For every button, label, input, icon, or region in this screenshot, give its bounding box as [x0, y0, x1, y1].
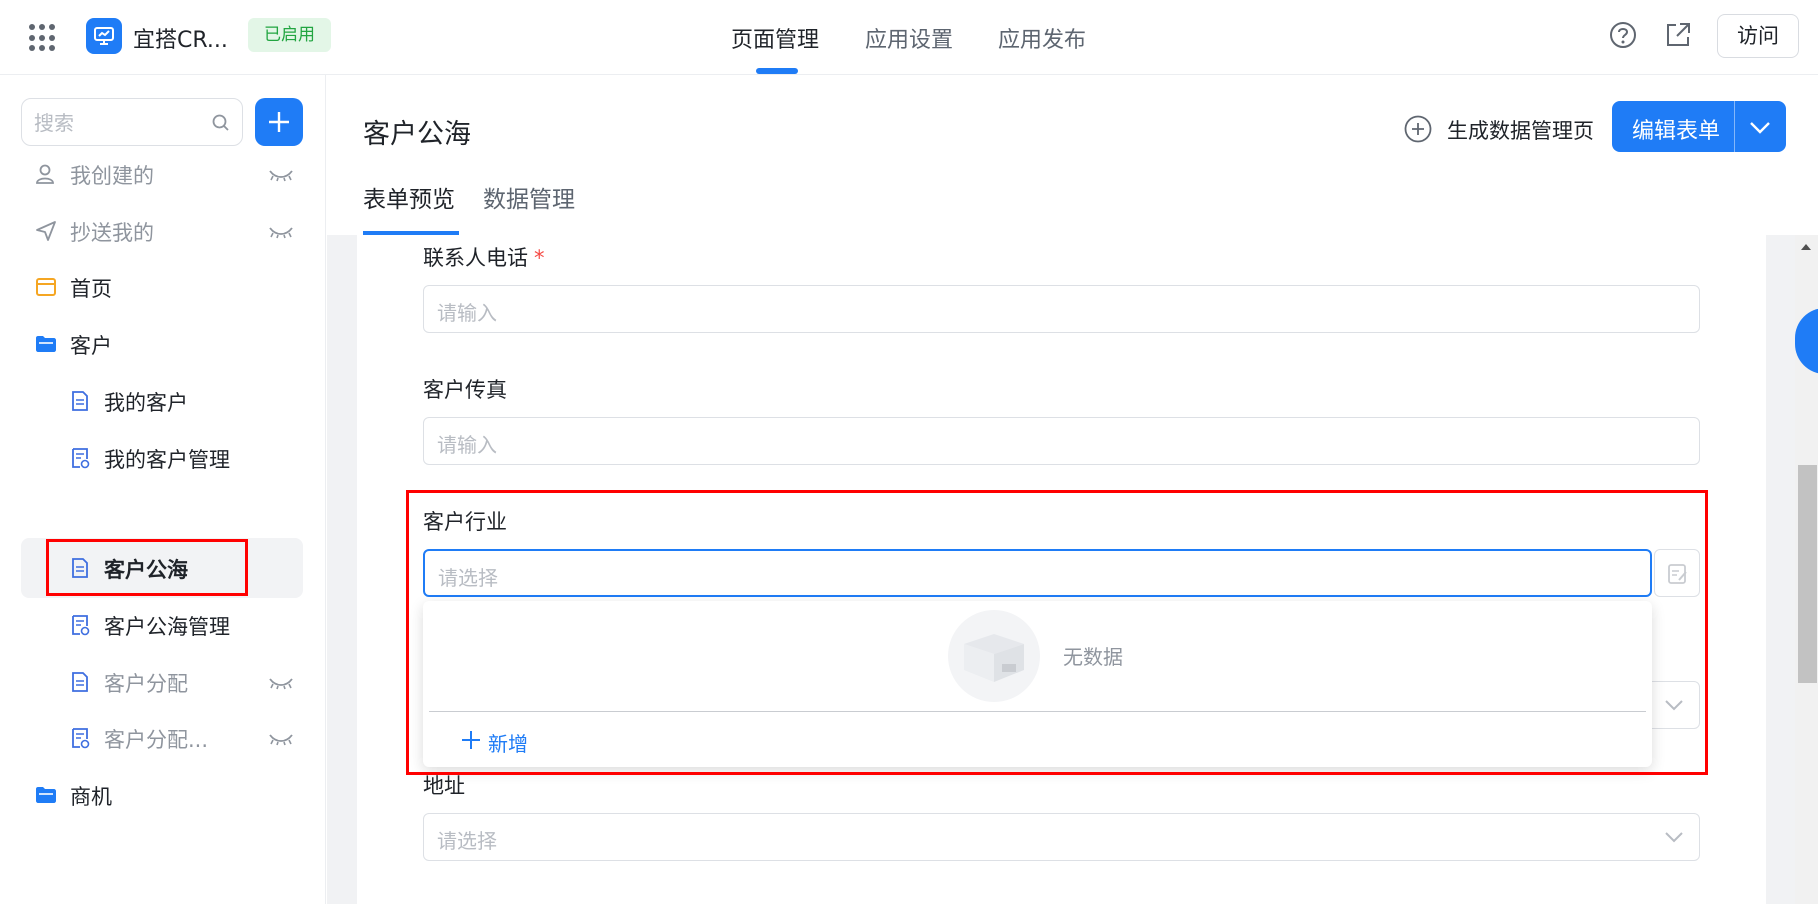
search-icon	[212, 114, 229, 131]
folder-icon	[36, 787, 56, 803]
sidebar-item-label: 商机	[70, 785, 112, 809]
eye-closed-icon[interactable]	[268, 732, 294, 746]
sidebar-item-label: 客户分配	[104, 672, 188, 696]
scrollbar-thumb[interactable]	[1798, 465, 1817, 683]
form-icon	[72, 391, 88, 411]
help-icon[interactable]	[1608, 20, 1638, 50]
send-icon	[36, 221, 56, 241]
sidebar-item-customer-group[interactable]: 客户	[0, 314, 325, 374]
eye-closed-icon[interactable]	[268, 168, 294, 182]
page-title: 客户公海	[363, 119, 471, 150]
app-grid-icon[interactable]	[29, 24, 57, 52]
search-input[interactable]	[34, 109, 204, 137]
edit-form-label: 编辑表单	[1632, 119, 1721, 144]
generate-data-page-label: 生成数据管理页	[1447, 119, 1594, 143]
input-placeholder: 请输入	[437, 433, 497, 457]
sidebar-item-label: 客户公海管理	[104, 615, 230, 639]
visit-button[interactable]: 访问	[1717, 14, 1799, 58]
form-manage-icon	[72, 728, 90, 749]
address-select[interactable]: 请选择	[423, 813, 1700, 861]
folder-icon	[36, 336, 56, 352]
form-manage-icon	[72, 615, 90, 636]
sidebar-item-label: 我创建的	[70, 164, 154, 188]
sidebar-item-created-by-me[interactable]: 我创建的	[0, 144, 325, 204]
user-icon	[36, 164, 54, 184]
plus-circle-icon	[1404, 115, 1432, 143]
sidebar-item-label: 我的客户	[104, 391, 188, 415]
field-label-customer-fax: 客户传真	[423, 378, 507, 402]
form-icon	[72, 672, 88, 692]
sidebar-item-label: 抄送我的	[70, 221, 154, 245]
sidebar-item-customer-pool-manage[interactable]: 客户公海管理	[0, 595, 325, 655]
sidebar-item-label: 客户	[70, 334, 112, 358]
eye-closed-icon[interactable]	[268, 225, 294, 239]
top-bar: 宜搭CR... 已启用 页面管理 应用设置 应用发布 访问	[0, 0, 1818, 75]
eye-closed-icon[interactable]	[268, 676, 294, 690]
chevron-down-icon	[1750, 122, 1770, 134]
field-label-contact-phone: 联系人电话 *	[423, 246, 545, 270]
contact-phone-input[interactable]: 请输入	[423, 285, 1700, 333]
sidebar-item-customer-assign-manage[interactable]: 客户分配...	[0, 708, 325, 768]
tab-app-publish[interactable]: 应用发布	[998, 22, 1086, 54]
sidebar: 我创建的 抄送我的 首页 客户 我的客户 我的客户管理 客户公海 客户公海管理 …	[0, 75, 326, 904]
sidebar-item-label: 客户分配...	[104, 728, 209, 752]
tab-app-settings[interactable]: 应用设置	[865, 22, 953, 54]
tab-form-preview[interactable]: 表单预览	[363, 180, 455, 214]
chevron-down-icon	[1665, 832, 1683, 843]
app-name[interactable]: 宜搭CR...	[133, 22, 228, 54]
tab-page-management[interactable]: 页面管理	[731, 22, 819, 54]
form-manage-icon	[72, 448, 90, 469]
highlight-annotation-sidebar	[46, 539, 248, 596]
app-logo-icon	[86, 18, 122, 54]
plus-icon	[269, 112, 289, 132]
sidebar-item-my-customers-manage[interactable]: 我的客户管理	[0, 428, 325, 488]
sidebar-item-opportunity[interactable]: 商机	[0, 765, 325, 825]
add-page-button[interactable]	[255, 98, 303, 146]
sidebar-search[interactable]	[21, 98, 243, 146]
required-mark: *	[534, 246, 545, 270]
select-placeholder: 请选择	[437, 829, 497, 853]
customer-fax-input[interactable]: 请输入	[423, 417, 1700, 465]
input-placeholder: 请输入	[437, 301, 497, 325]
open-external-icon[interactable]	[1663, 20, 1693, 50]
status-badge: 已启用	[248, 18, 331, 52]
button-divider	[1734, 101, 1735, 152]
tab-data-management[interactable]: 数据管理	[483, 180, 575, 214]
scroll-up-arrow[interactable]	[1801, 244, 1811, 250]
highlight-annotation-main	[406, 490, 1708, 775]
active-tab-indicator	[756, 68, 798, 74]
sidebar-item-cc-me[interactable]: 抄送我的	[0, 201, 325, 261]
home-page-icon	[36, 278, 56, 296]
sidebar-item-my-customers[interactable]: 我的客户	[0, 371, 325, 431]
sidebar-item-home[interactable]: 首页	[0, 257, 325, 317]
sidebar-item-label: 我的客户管理	[104, 448, 230, 472]
sidebar-item-customer-assign[interactable]: 客户分配	[0, 652, 325, 712]
edit-form-button[interactable]: 编辑表单	[1612, 101, 1786, 152]
sidebar-item-label: 首页	[70, 277, 112, 301]
